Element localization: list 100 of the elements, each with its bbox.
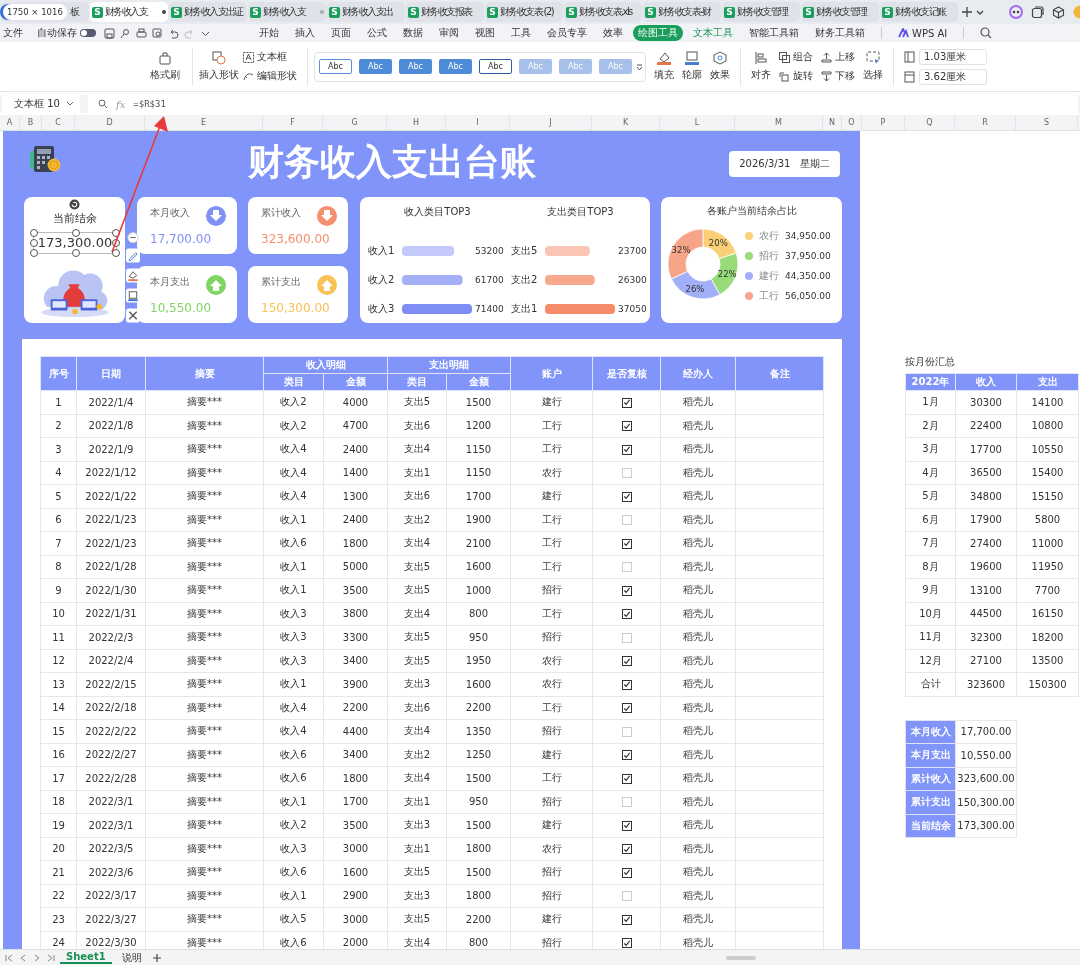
column-header[interactable]: K	[592, 115, 660, 130]
column-header[interactable]: A	[0, 115, 20, 130]
ribbon-tab[interactable]: 效率	[603, 26, 623, 40]
undo-icon[interactable]	[168, 27, 179, 39]
formula-field[interactable]: =$R$31	[133, 99, 166, 109]
ribbon-tab[interactable]: 财务工具箱	[815, 26, 865, 40]
column-header[interactable]: P	[862, 115, 905, 130]
review-checkbox[interactable]	[621, 491, 632, 502]
search-icon[interactable]	[980, 27, 993, 39]
effect-button[interactable]: 效果	[710, 51, 730, 82]
column-header[interactable]: S	[1016, 115, 1078, 130]
next-sheet-icon[interactable]	[32, 952, 42, 963]
ai-button[interactable]: WPS AI	[898, 27, 948, 39]
document-tab[interactable]: S 财务收支记账	[880, 2, 958, 22]
review-checkbox[interactable]	[621, 867, 632, 878]
zoom-icon[interactable]	[98, 99, 108, 109]
document-tab[interactable]: S 财务收支表-财	[643, 2, 721, 22]
save-icon[interactable]	[104, 27, 115, 39]
column-header[interactable]: O	[842, 115, 862, 130]
column-header[interactable]: F	[263, 115, 323, 130]
select-button[interactable]: 选择	[863, 51, 883, 82]
review-checkbox[interactable]	[621, 938, 632, 949]
ribbon-tab[interactable]: 文本工具	[693, 26, 733, 40]
column-header[interactable]: C	[42, 115, 75, 130]
review-checkbox[interactable]	[621, 914, 632, 925]
ribbon-tab[interactable]: 页面	[331, 26, 351, 40]
balance-value[interactable]: 173,300.00	[33, 232, 117, 254]
shape-style-option[interactable]: Abc	[439, 59, 472, 74]
rotate-button[interactable]: 旋转	[779, 69, 813, 83]
ribbon-tab[interactable]: 开始	[259, 26, 279, 40]
print-icon[interactable]	[136, 27, 147, 39]
column-header[interactable]: M	[735, 115, 823, 130]
first-sheet-icon[interactable]	[4, 952, 14, 963]
document-tab[interactable]: S 财务收支报表	[406, 2, 484, 22]
review-checkbox[interactable]	[621, 444, 632, 455]
rotate-handle-icon[interactable]	[69, 199, 80, 210]
review-checkbox[interactable]	[621, 538, 632, 549]
ribbon-tab[interactable]: 智能工具箱	[749, 26, 799, 40]
frame-icon[interactable]	[124, 288, 141, 304]
document-tab[interactable]: S 财务收支管理	[722, 2, 800, 22]
window-icon[interactable]	[1031, 5, 1044, 19]
document-tab[interactable]: S 财务收入支	[248, 2, 326, 22]
column-header[interactable]: G	[323, 115, 387, 130]
pen-icon[interactable]	[124, 248, 141, 264]
file-menu[interactable]: 文件	[3, 26, 23, 40]
review-checkbox[interactable]	[621, 703, 632, 714]
fill-icon[interactable]	[124, 268, 141, 284]
send-backward-button[interactable]: 下移	[821, 69, 855, 83]
column-header[interactable]: I	[446, 115, 510, 130]
name-box[interactable]: 文本框 10	[2, 95, 80, 113]
format-painter-button[interactable]: 格式刷	[150, 51, 180, 82]
chevron-down-icon[interactable]	[66, 101, 74, 107]
column-header[interactable]: N	[823, 115, 842, 130]
fill-button[interactable]: 填充	[654, 51, 674, 82]
column-header[interactable]: Q	[905, 115, 955, 130]
group-button[interactable]: 组合	[779, 50, 813, 64]
review-checkbox[interactable]	[621, 820, 632, 831]
add-sheet-icon[interactable]	[151, 952, 162, 963]
review-checkbox[interactable]	[621, 397, 632, 408]
document-tab[interactable]: S 财务收入支	[90, 2, 168, 22]
align-button[interactable]: 对齐	[751, 51, 771, 82]
column-header[interactable]: R	[955, 115, 1016, 130]
column-header[interactable]: B	[20, 115, 42, 130]
ribbon-tab[interactable]: 公式	[367, 26, 387, 40]
sheet-tab[interactable]: 说明	[115, 950, 148, 965]
height-field[interactable]: 1.03厘米	[919, 48, 987, 65]
review-checkbox[interactable]	[621, 844, 632, 855]
shape-style-option[interactable]: Abc	[399, 59, 432, 74]
shape-style-option[interactable]: Abc	[479, 59, 512, 74]
review-checkbox[interactable]	[621, 750, 632, 761]
print-preview-icon[interactable]	[152, 27, 163, 39]
insert-shape-button[interactable]: 插入形状	[199, 51, 239, 82]
edit-shape-button[interactable]: 编辑形状	[243, 69, 297, 83]
review-checkbox[interactable]	[621, 656, 632, 667]
ribbon-tab[interactable]: 工具	[511, 26, 531, 40]
review-checkbox[interactable]	[621, 679, 632, 690]
column-header[interactable]: H	[387, 115, 446, 130]
outline-button[interactable]: 轮廓	[682, 51, 702, 82]
document-tab[interactable]: S 财务收支管理	[801, 2, 879, 22]
last-sheet-icon[interactable]	[46, 952, 56, 963]
ribbon-tab[interactable]: 插入	[295, 26, 315, 40]
new-tab-icon[interactable]	[962, 5, 984, 19]
shape-style-option[interactable]: Abc	[359, 59, 392, 74]
sheet-tab[interactable]: Sheet1	[60, 951, 112, 964]
assistant-icon[interactable]	[1009, 5, 1023, 19]
previous-sheet-icon[interactable]	[18, 952, 28, 963]
shape-style-option[interactable]: Abc	[319, 59, 352, 74]
review-checkbox[interactable]	[621, 585, 632, 596]
gallery-dropdown-icon[interactable]	[636, 62, 643, 71]
document-tab[interactable]: S 财务收入支出	[327, 2, 405, 22]
ribbon-tab[interactable]: 数据	[403, 26, 423, 40]
ribbon-tab[interactable]: 视图	[475, 26, 495, 40]
document-tab[interactable]: S 财务收支表.xls	[564, 2, 642, 22]
ribbon-tab[interactable]: 会员专享	[547, 26, 587, 40]
collapse-icon[interactable]	[126, 232, 139, 244]
document-tab[interactable]: S 财务收支表 (2)	[485, 2, 563, 22]
column-header[interactable]: J	[510, 115, 592, 130]
width-field[interactable]: 3.62厘米	[919, 68, 987, 85]
review-checkbox[interactable]	[621, 609, 632, 620]
column-header[interactable]: L	[660, 115, 735, 130]
